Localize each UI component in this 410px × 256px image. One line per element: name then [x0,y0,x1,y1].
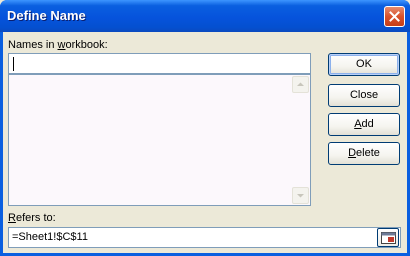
refers-to-label: Refers to: [8,212,56,224]
delete-button[interactable]: Delete [328,142,400,165]
scroll-up-arrow-icon [297,82,304,86]
close-window-button[interactable] [384,6,405,27]
dialog-body: Names in workbook: Refers to: =Sheet1!$C… [3,32,407,253]
add-button[interactable]: Add [328,113,400,136]
define-name-dialog: Define Name Names in workbook: Refers to… [0,0,410,256]
close-icon [389,11,400,22]
name-input[interactable] [8,53,311,74]
title-bar[interactable]: Define Name [0,0,410,32]
names-in-workbook-label: Names in workbook: [8,39,108,51]
dialog-title: Define Name [7,8,86,23]
refers-to-input[interactable]: =Sheet1!$C$11 [8,227,401,248]
names-list[interactable] [8,74,311,206]
close-button[interactable]: Close [328,84,400,107]
scroll-down-button[interactable] [292,187,309,204]
collapse-dialog-button[interactable] [377,228,399,247]
text-caret [13,57,14,71]
collapse-dialog-icon [381,232,396,244]
ok-button[interactable]: OK [328,53,400,76]
scroll-down-arrow-icon [297,194,304,198]
scroll-up-button[interactable] [292,76,309,93]
refers-to-value: =Sheet1!$C$11 [12,231,88,243]
